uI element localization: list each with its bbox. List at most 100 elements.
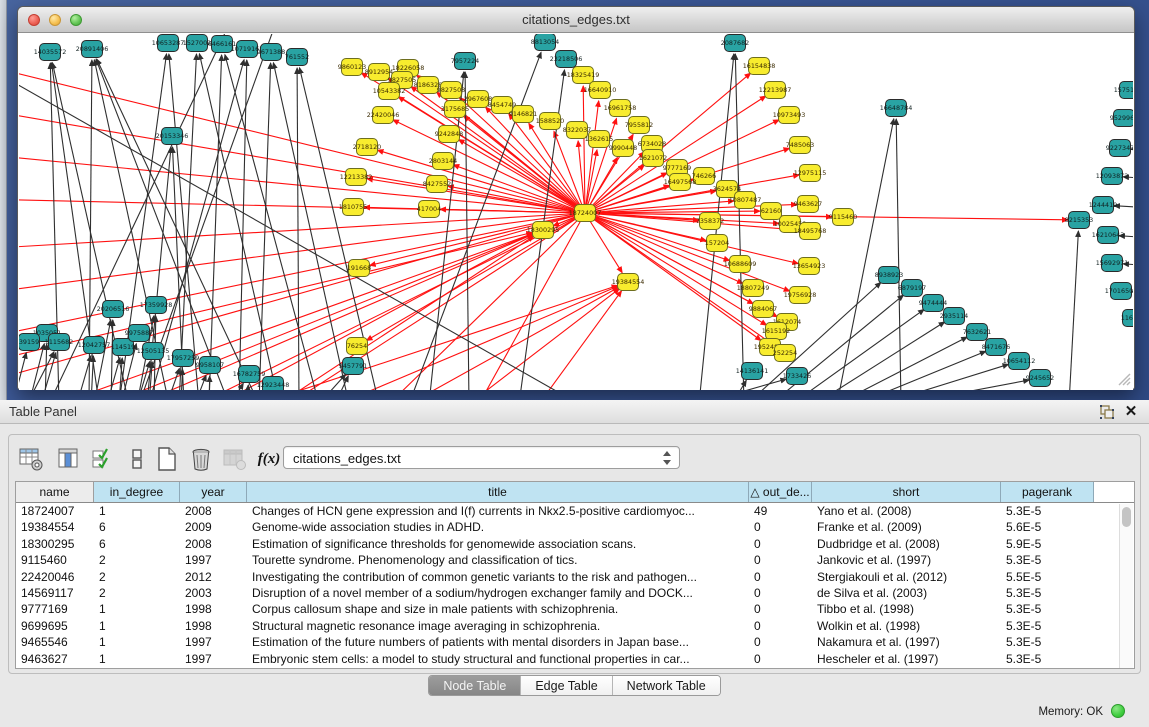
table-row[interactable]: 977716911998Corpus callosum shape and si… [16, 601, 1134, 617]
graph-node[interactable]: 9860123 [338, 59, 366, 76]
column-header-title[interactable]: title [247, 482, 749, 502]
graph-node[interactable]: 76254 [347, 338, 368, 355]
tab-network-table[interactable]: Network Table [613, 676, 720, 695]
graph-node[interactable]: 7485063 [786, 137, 814, 154]
graph-node[interactable]: 2087682 [721, 35, 749, 52]
graph-node[interactable]: 39159 [19, 334, 40, 351]
graph-node[interactable]: 8215353 [1065, 212, 1093, 229]
tab-node-table[interactable]: Node Table [429, 676, 521, 695]
table-row[interactable]: 946554611997Estimation of the future num… [16, 634, 1134, 650]
trash-icon[interactable] [187, 445, 215, 473]
graph-node[interactable]: 9115460 [829, 209, 857, 226]
graph-node[interactable]: 8427552 [423, 176, 451, 193]
table-row[interactable]: 969969511998Structural magnetic resonanc… [16, 618, 1134, 634]
function-icon[interactable]: f(x) [255, 445, 283, 473]
graph-node[interactable]: 417004 [417, 201, 441, 218]
table-row[interactable]: 1872400712008Changes of HCN gene express… [16, 503, 1134, 519]
graph-node[interactable]: 15692971 [1096, 255, 1129, 272]
table-selector[interactable]: citations_edges.txt [283, 446, 680, 469]
column-header-year[interactable]: year [180, 482, 247, 502]
graph-node[interactable]: 1615192 [762, 323, 790, 340]
graph-node[interactable]: 10654112 [1003, 353, 1036, 370]
graph-node[interactable]: 116753 [1121, 310, 1133, 327]
graph-node[interactable]: 9671388 [257, 44, 285, 61]
window-titlebar[interactable]: citations_edges.txt [18, 7, 1134, 33]
graph-node[interactable]: 12213382 [340, 169, 373, 186]
table-row[interactable]: 2242004622012Investigating the contribut… [16, 569, 1134, 585]
graph-node[interactable]: 157204 [705, 235, 729, 252]
graph-node[interactable]: 20891406 [76, 41, 109, 58]
table-row[interactable]: 1830029562008Estimation of significance … [16, 536, 1134, 552]
tab-edge-table[interactable]: Edge Table [521, 676, 612, 695]
graph-node[interactable]: 9146821 [509, 106, 537, 123]
graph-node[interactable]: 252254 [773, 345, 797, 362]
graph-node[interactable]: 8471676 [982, 339, 1010, 356]
graph-node[interactable]: 1810755 [339, 199, 367, 216]
graph-node[interactable]: 13654923 [793, 258, 826, 275]
graph-node[interactable]: 9227343 [1106, 140, 1133, 157]
graph-node[interactable]: 9245652 [1026, 370, 1054, 387]
select-all-check-icon[interactable] [89, 445, 117, 473]
table-row[interactable]: 911546021997Tourette syndrome. Phenomeno… [16, 552, 1134, 568]
table-options-icon[interactable] [17, 445, 45, 473]
graph-node[interactable]: 1588520 [536, 113, 564, 130]
float-panel-icon[interactable] [1099, 404, 1115, 420]
graph-node[interactable]: 7957224 [451, 53, 479, 70]
graph-node[interactable]: 12213987 [759, 82, 792, 99]
graph-node[interactable]: 1115682 [45, 334, 73, 351]
graph-node[interactable]: 2718120 [353, 139, 381, 156]
graph-node[interactable]: 7955812 [625, 117, 653, 134]
graph-node[interactable]: 16210643 [1092, 227, 1125, 244]
graph-node[interactable]: 761552 [285, 49, 309, 66]
graph-node[interactable]: 9463627 [794, 196, 822, 213]
graph-node[interactable]: 14035572 [34, 44, 67, 61]
graph-node[interactable]: 8813054 [531, 34, 559, 51]
window-resize-grip[interactable] [1115, 370, 1131, 386]
graph-node[interactable]: 20206516 [97, 301, 130, 318]
graph-node[interactable]: 9242848 [435, 126, 463, 143]
column-header-pagerank[interactable]: pagerank [1001, 482, 1094, 502]
close-panel-icon[interactable]: ✕ [1123, 404, 1139, 420]
graph-node[interactable]: 12923448 [257, 377, 290, 391]
table-scrollbar[interactable] [1119, 504, 1133, 668]
graph-node[interactable]: 17359928 [140, 297, 173, 314]
graph-node[interactable]: 10653287 [152, 35, 185, 52]
graph-node[interactable]: 9474444 [919, 295, 947, 312]
graph-node[interactable]: 16961758 [604, 100, 637, 117]
graph-node[interactable]: 14136141 [736, 363, 769, 380]
graph-node[interactable]: 2935114 [940, 308, 968, 325]
graph-node[interactable]: 7358372 [696, 213, 724, 230]
show-columns-icon[interactable] [55, 445, 83, 473]
graph-node[interactable]: 20153346 [156, 128, 189, 145]
network-canvas[interactable]: 1872400718300295193845549860123891295418… [19, 34, 1133, 390]
column-header-name[interactable]: name [16, 482, 94, 502]
graph-node[interactable]: 1733426 [783, 368, 811, 385]
graph-node[interactable]: 16640910 [584, 82, 617, 99]
graph-node[interactable]: 1244419 [1089, 197, 1117, 214]
graph-node[interactable]: 17016504 [1105, 283, 1133, 300]
new-document-icon[interactable] [153, 445, 181, 473]
graph-node[interactable]: 23218506 [550, 51, 583, 68]
graph-node[interactable]: 19756928 [784, 287, 817, 304]
graph-node[interactable]: 10688609 [724, 256, 757, 273]
graph-node[interactable]: 16648784 [880, 100, 913, 117]
graph-node[interactable]: 9457791 [339, 358, 367, 375]
graph-node[interactable]: 9827508 [437, 82, 465, 99]
graph-node[interactable]: 6879197 [898, 280, 926, 297]
table-row[interactable]: 946362711997Embryonic stem cells: a mode… [16, 651, 1134, 667]
graph-node[interactable]: 9958107 [196, 357, 224, 374]
table-row[interactable]: 1938455462009Genome-wide association stu… [16, 519, 1134, 535]
graph-node[interactable]: 2803144 [429, 153, 457, 170]
graph-node[interactable]: 9975887 [125, 325, 153, 342]
graph-node[interactable]: 62160 [761, 203, 782, 220]
graph-node[interactable]: 7632621 [963, 324, 991, 341]
graph-node[interactable]: 3175685 [441, 101, 469, 118]
graph-node[interactable]: 12093872 [1096, 168, 1129, 185]
graph-node[interactable]: 12505135 [137, 343, 170, 360]
column-header-short[interactable]: short [812, 482, 1001, 502]
graph-node[interactable]: 12975115 [794, 165, 827, 182]
graph-node[interactable]: 191668 [347, 260, 371, 277]
table-row[interactable]: 1456911722003Disruption of a novel membe… [16, 585, 1134, 601]
graph-node[interactable]: 8938923 [875, 267, 903, 284]
graph-node[interactable]: 16154838 [743, 58, 776, 75]
